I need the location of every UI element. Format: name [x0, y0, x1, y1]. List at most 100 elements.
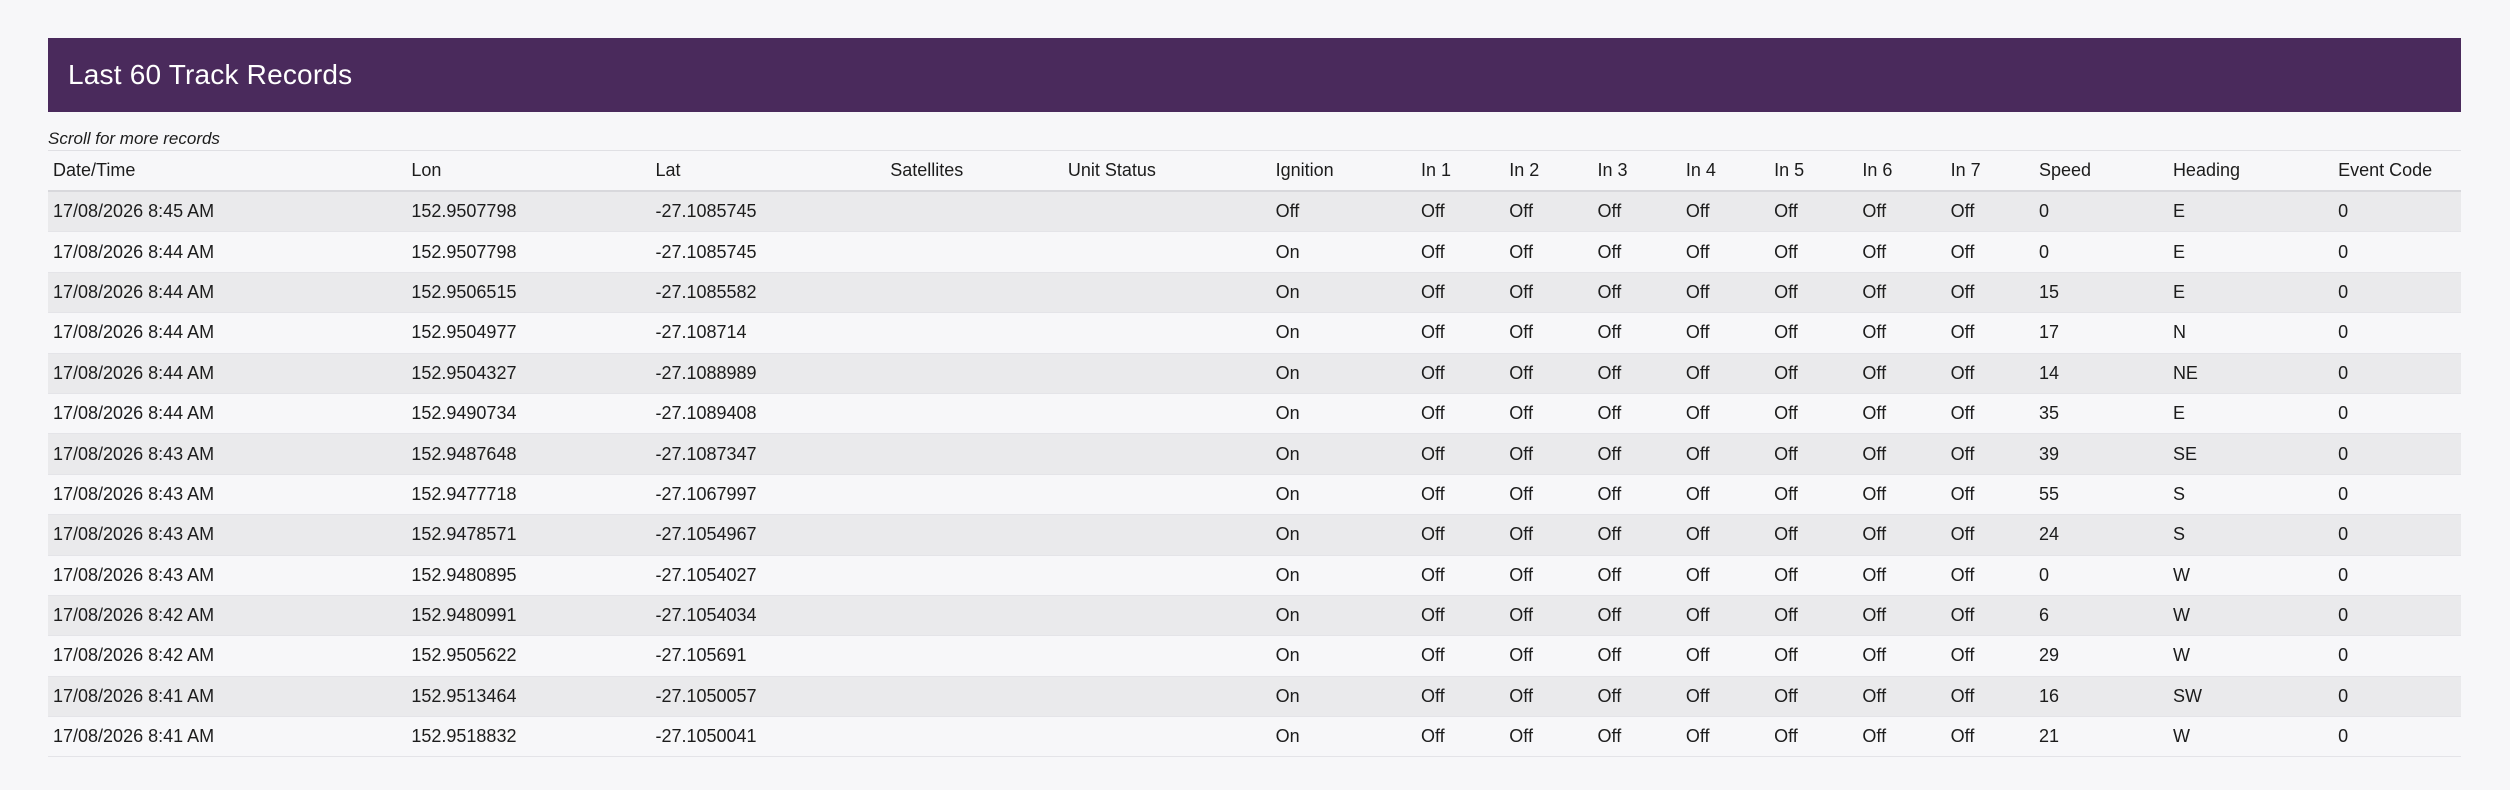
- cell-in-1: Off: [1420, 564, 1445, 585]
- cell-unit-status: [1063, 595, 1271, 635]
- cell-in-4: Off: [1685, 281, 1710, 302]
- cell-in-3: Off: [1597, 443, 1622, 464]
- cell-lon: 152.9478571: [411, 524, 517, 545]
- cell-in-6: Off: [1862, 483, 1887, 504]
- cell-date-time: 17/08/2026 8:44 AM: [53, 362, 215, 383]
- cell-unit-status: [1063, 555, 1271, 595]
- cell-in-1: Off: [1420, 241, 1445, 262]
- cell-in-3: Off: [1597, 403, 1622, 424]
- cell-in-5: Off: [1774, 645, 1798, 666]
- cell-date-time: 17/08/2026 8:43 AM: [53, 564, 215, 585]
- cell-heading: SW: [2172, 685, 2202, 706]
- cell-in-4: Off: [1685, 645, 1710, 666]
- column-header-in-5: In 5: [1774, 160, 1805, 180]
- cell-lat: -27.1085745: [655, 241, 757, 262]
- table-row: 17/08/2026 8:42 AM 152.9505622 -27.105691 O…: [48, 635, 2461, 677]
- cell-lon: 152.9506515: [411, 281, 517, 302]
- cell-event-code: 0: [2338, 685, 2349, 706]
- table-row: 17/08/2026 8:43 AM 152.9487648 -27.1087347…: [48, 433, 2461, 475]
- cell-in-2: Off: [1509, 403, 1533, 424]
- cell-in-4: Off: [1685, 241, 1710, 262]
- scroll-hint: Scroll for more records: [48, 129, 220, 148]
- cell-in-5: Off: [1774, 483, 1798, 504]
- table-row: 17/08/2026 8:44 AM 152.9506515 -27.1085582…: [48, 272, 2461, 313]
- page-title: Last 60 Track Records: [68, 59, 353, 90]
- header-row: Date/Time Lon Lat Satellites Unit Status Igni…: [48, 150, 2461, 191]
- cell-in-1: Off: [1420, 605, 1445, 626]
- column-header-in-2: In 2: [1509, 160, 1540, 180]
- cell-speed: 0: [2038, 241, 2049, 262]
- cell-in-4: Off: [1685, 201, 1710, 222]
- cell-event-code: 0: [2338, 281, 2349, 302]
- cell-ignition: On: [1275, 685, 1300, 706]
- column-header-event-code: Event Code: [2338, 160, 2433, 180]
- cell-in-5: Off: [1774, 322, 1798, 343]
- cell-lon: 152.9504977: [411, 322, 517, 343]
- cell-in-3: Off: [1597, 483, 1622, 504]
- cell-ignition: On: [1275, 322, 1300, 343]
- column-header-in-7: In 7: [1950, 160, 1981, 180]
- cell-ignition: On: [1275, 483, 1300, 504]
- cell-in-5: Off: [1774, 201, 1798, 222]
- cell-lat: -27.1089408: [655, 403, 757, 424]
- table-row: 17/08/2026 8:43 AM 152.9478571 -27.1054967…: [48, 514, 2461, 556]
- cell-in-2: Off: [1509, 564, 1533, 585]
- table-row: 17/08/2026 8:44 AM 152.9504977 -27.108714 O…: [48, 312, 2461, 354]
- table-header: Date/Time Lon Lat Satellites Unit Status Igni…: [48, 150, 2461, 191]
- cell-in-6: Off: [1862, 241, 1887, 262]
- cell-heading: W: [2172, 605, 2190, 626]
- cell-event-code: 0: [2338, 403, 2349, 424]
- cell-in-5: Off: [1774, 524, 1798, 545]
- cell-event-code: 0: [2338, 322, 2349, 343]
- cell-in-6: Off: [1862, 443, 1887, 464]
- cell-in-6: Off: [1862, 645, 1887, 666]
- cell-in-2: Off: [1509, 726, 1533, 747]
- cell-in-4: Off: [1685, 443, 1710, 464]
- cell-satellites: [885, 515, 1063, 555]
- table-body: 17/08/2026 8:45 AM 152.9507798 -27.1085745…: [48, 191, 2461, 757]
- cell-in-4: Off: [1685, 403, 1710, 424]
- table-row: 17/08/2026 8:41 AM 152.9518832 -27.1050041…: [48, 716, 2461, 757]
- cell-satellites: [885, 474, 1063, 514]
- cell-in-5: Off: [1774, 241, 1798, 262]
- cell-speed: 39: [2038, 443, 2059, 464]
- cell-ignition: On: [1275, 362, 1300, 383]
- cell-in-7: Off: [1950, 483, 1975, 504]
- cell-speed: 0: [2038, 564, 2049, 585]
- cell-date-time: 17/08/2026 8:43 AM: [53, 443, 215, 464]
- cell-ignition: On: [1275, 726, 1300, 747]
- cell-in-5: Off: [1774, 685, 1798, 706]
- cell-speed: 21: [2038, 726, 2059, 747]
- cell-in-4: Off: [1685, 483, 1710, 504]
- cell-in-2: Off: [1509, 241, 1533, 262]
- cell-lon: 152.9513464: [411, 685, 517, 706]
- cell-date-time: 17/08/2026 8:43 AM: [53, 524, 215, 545]
- cell-in-3: Off: [1597, 281, 1622, 302]
- cell-event-code: 0: [2338, 362, 2349, 383]
- cell-in-7: Off: [1950, 524, 1975, 545]
- cell-in-6: Off: [1862, 281, 1887, 302]
- cell-heading: NE: [2172, 362, 2198, 383]
- cell-heading: S: [2172, 483, 2185, 504]
- cell-event-code: 0: [2338, 443, 2349, 464]
- table-row: 17/08/2026 8:41 AM 152.9513464 -27.1050057…: [48, 676, 2461, 717]
- cell-satellites: [885, 313, 1063, 353]
- cell-in-4: Off: [1685, 564, 1710, 585]
- cell-in-3: Off: [1597, 685, 1622, 706]
- cell-speed: 35: [2038, 403, 2059, 424]
- cell-satellites: [885, 232, 1063, 272]
- cell-in-7: Off: [1950, 443, 1975, 464]
- cell-lon: 152.9477718: [411, 483, 517, 504]
- cell-in-7: Off: [1950, 605, 1975, 626]
- cell-ignition: On: [1275, 241, 1300, 262]
- cell-in-1: Off: [1420, 726, 1445, 747]
- cell-in-1: Off: [1420, 645, 1445, 666]
- cell-speed: 15: [2038, 281, 2059, 302]
- cell-unit-status: [1063, 515, 1271, 555]
- cell-speed: 29: [2038, 645, 2059, 666]
- column-header-in-3: In 3: [1597, 160, 1628, 180]
- cell-lat: -27.1085745: [655, 201, 757, 222]
- panel-header: Last 60 Track Records: [48, 38, 2461, 112]
- cell-in-4: Off: [1685, 322, 1710, 343]
- cell-in-2: Off: [1509, 201, 1533, 222]
